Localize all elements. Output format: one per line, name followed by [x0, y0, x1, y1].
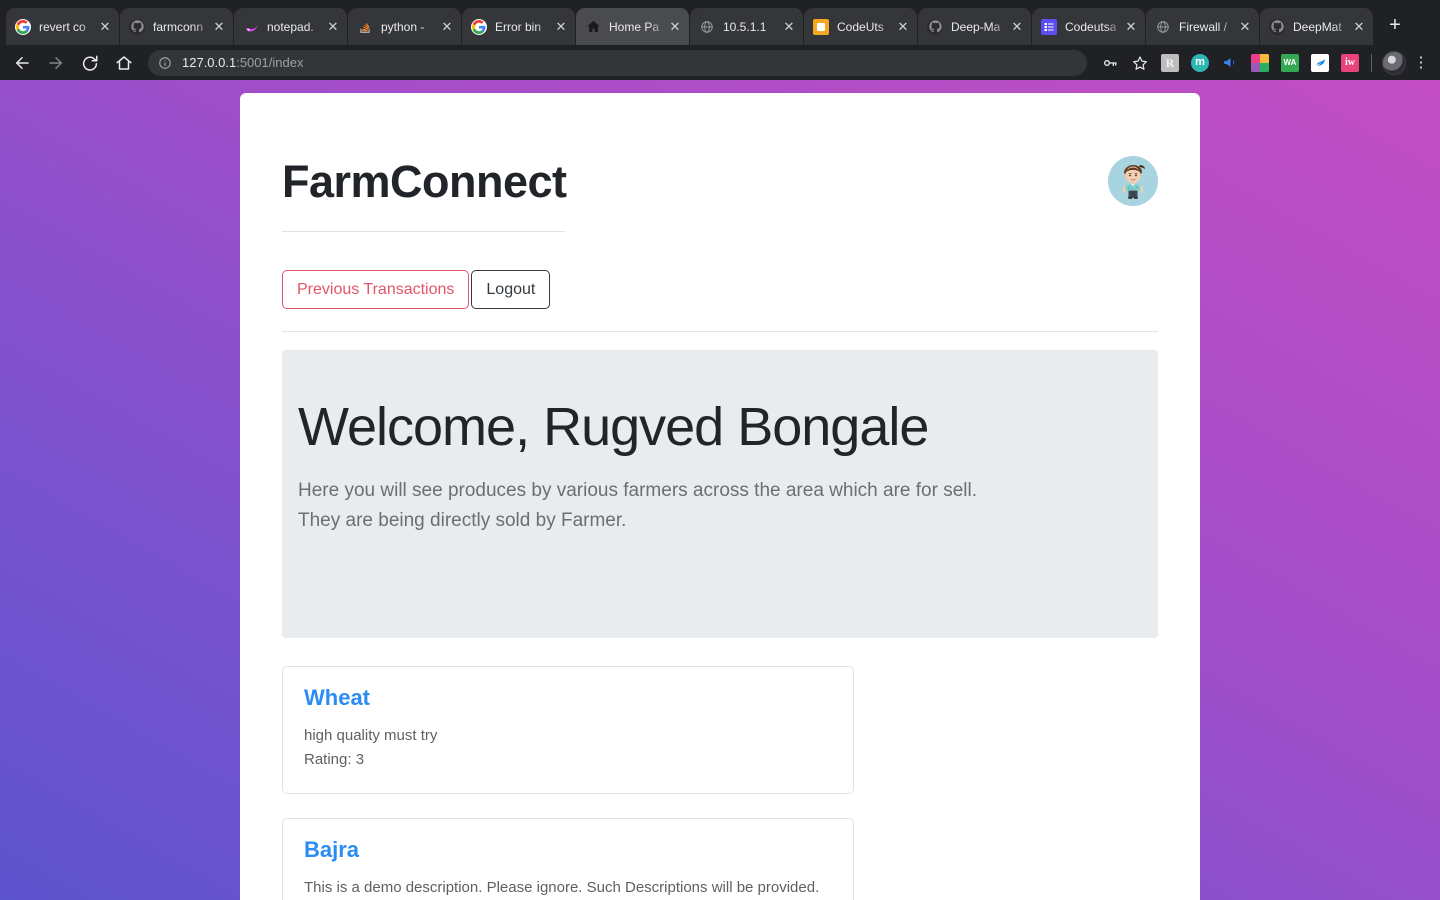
browser-tab[interactable]: Deep-Ma ✕ — [918, 8, 1031, 45]
tab-close-icon[interactable]: ✕ — [97, 19, 113, 35]
reload-button[interactable] — [76, 49, 104, 77]
logout-button[interactable]: Logout — [471, 270, 551, 310]
tab-close-icon[interactable]: ✕ — [325, 19, 341, 35]
browser-toolbar: 127.0.0.1:5001/index R m WA iw ⋮ — [0, 45, 1440, 80]
browser-tab[interactable]: notepad. ✕ — [234, 8, 347, 45]
tab-strip: revert co ✕ farmconn ✕ notepad. ✕ python - ✕ Err… — [0, 0, 1440, 45]
product-title-link[interactable]: Wheat — [304, 685, 370, 710]
welcome-jumbotron: Welcome, Rugved Bongale Here you will se… — [282, 350, 1158, 639]
google-icon — [471, 18, 487, 35]
tab-title: Codeutsa — [1065, 19, 1117, 34]
extension-r-icon[interactable]: R — [1157, 50, 1183, 76]
extension-bird-icon[interactable] — [1307, 50, 1333, 76]
blue-list-icon — [1041, 18, 1057, 35]
product-title-link[interactable]: Bajra — [304, 837, 359, 862]
tab-close-icon[interactable]: ✕ — [211, 19, 227, 35]
avatar[interactable] — [1108, 156, 1158, 206]
omnibox-url-path: :5001/index — [236, 55, 304, 70]
extension-megaphone-icon[interactable] — [1217, 50, 1243, 76]
welcome-text-line-2: They are being directly sold by Farmer. — [298, 510, 627, 532]
welcome-text-line-1: Here you will see produces by various fa… — [298, 479, 978, 501]
browser-tab[interactable]: revert co ✕ — [6, 8, 119, 45]
new-tab-button[interactable]: + — [1380, 11, 1410, 41]
browser-chrome: revert co ✕ farmconn ✕ notepad. ✕ python - ✕ Err… — [0, 0, 1440, 80]
bookmark-star-icon[interactable] — [1127, 50, 1153, 76]
tab-title: farmconn — [153, 19, 204, 34]
tab-title: 10.5.1.1 — [723, 19, 767, 34]
product-card: Bajra This is a demo description. Please … — [282, 817, 854, 900]
action-button-row: Previous Transactions Logout — [282, 270, 1158, 310]
site-information-icon[interactable] — [158, 56, 174, 70]
globe-icon — [699, 19, 715, 35]
tab-close-icon[interactable]: ✕ — [439, 19, 455, 35]
password-key-icon[interactable] — [1097, 50, 1123, 76]
product-description-line: Rating: 3 — [304, 751, 365, 769]
browser-tab[interactable]: python - ✕ — [348, 8, 461, 45]
github-icon — [129, 18, 145, 35]
tab-close-icon[interactable]: ✕ — [1009, 19, 1025, 35]
browser-tab[interactable]: Error bin ✕ — [462, 8, 575, 45]
tab-title: CodeUts — [837, 19, 884, 34]
tab-title: Firewall / — [1179, 19, 1228, 34]
section-divider — [282, 331, 1158, 333]
tab-title: DeepMat — [1293, 19, 1342, 34]
extension-m-icon[interactable]: m — [1187, 50, 1213, 76]
omnibox-url-text[interactable]: 127.0.0.1:5001/index — [182, 55, 303, 70]
site-header: FarmConnect — [282, 93, 1158, 206]
browser-tab[interactable]: 10.5.1.1 ✕ — [690, 8, 803, 45]
product-description-line: This is a demo description. Please ignor… — [304, 878, 820, 896]
browser-profile-avatar[interactable] — [1382, 50, 1406, 75]
extension-rainbow-grid-icon[interactable] — [1247, 50, 1273, 76]
browser-tab-active[interactable]: Home Pa ✕ — [576, 8, 689, 45]
tab-close-icon[interactable]: ✕ — [1351, 19, 1367, 35]
product-description-line: high quality must try — [304, 727, 438, 745]
tab-title: Error bin — [495, 19, 542, 34]
page-container: FarmConnect Previous Transactions Logout… — [240, 93, 1200, 900]
tab-close-icon[interactable]: ✕ — [553, 19, 569, 35]
welcome-heading: Welcome, Rugved Bongale — [298, 397, 929, 458]
home-button[interactable] — [110, 49, 138, 77]
tab-title: Deep-Ma — [951, 19, 1001, 34]
product-list: Wheat high quality must try Rating: 3 Bajra… — [282, 666, 1158, 900]
browser-tab[interactable]: farmconn ✕ — [120, 8, 233, 45]
browser-tab[interactable]: Firewall / ✕ — [1146, 8, 1259, 45]
omnibox-url-host: 127.0.0.1 — [182, 55, 237, 70]
tab-title: Home Pa — [609, 19, 660, 34]
omnibox[interactable]: 127.0.0.1:5001/index — [148, 49, 1087, 76]
back-button[interactable] — [8, 49, 36, 77]
home-icon — [585, 19, 601, 35]
orange-square-icon — [813, 18, 829, 35]
github-icon — [1269, 18, 1285, 35]
browser-menu-button[interactable]: ⋮ — [1410, 55, 1432, 70]
browser-tab[interactable]: CodeUts ✕ — [804, 8, 917, 45]
stackoverflow-icon — [357, 19, 373, 35]
page-title: FarmConnect — [282, 155, 567, 207]
extension-iw-icon[interactable]: iw — [1337, 50, 1363, 76]
toolbar-divider — [1371, 53, 1372, 72]
browser-tab[interactable]: Codeutsa ✕ — [1032, 8, 1145, 45]
tab-title: revert co — [39, 19, 86, 34]
tab-close-icon[interactable]: ✕ — [781, 19, 797, 35]
previous-transactions-button[interactable]: Previous Transactions — [282, 270, 470, 310]
notepad-icon — [243, 19, 259, 35]
tab-title: python - — [381, 19, 425, 34]
github-icon — [927, 18, 943, 35]
tab-close-icon[interactable]: ✕ — [667, 19, 683, 35]
tab-title: notepad. — [267, 19, 314, 34]
tab-close-icon[interactable]: ✕ — [1237, 19, 1253, 35]
page-viewport: FarmConnect Previous Transactions Logout… — [0, 80, 1440, 900]
product-card: Wheat high quality must try Rating: 3 — [282, 666, 854, 794]
forward-button[interactable] — [42, 49, 70, 77]
globe-icon — [1155, 19, 1171, 35]
browser-tab[interactable]: DeepMat ✕ — [1260, 8, 1373, 45]
tab-close-icon[interactable]: ✕ — [1123, 19, 1139, 35]
header-divider — [282, 231, 565, 232]
tab-close-icon[interactable]: ✕ — [895, 19, 911, 35]
extension-wa-icon[interactable]: WA — [1277, 50, 1303, 76]
google-icon — [15, 18, 31, 35]
